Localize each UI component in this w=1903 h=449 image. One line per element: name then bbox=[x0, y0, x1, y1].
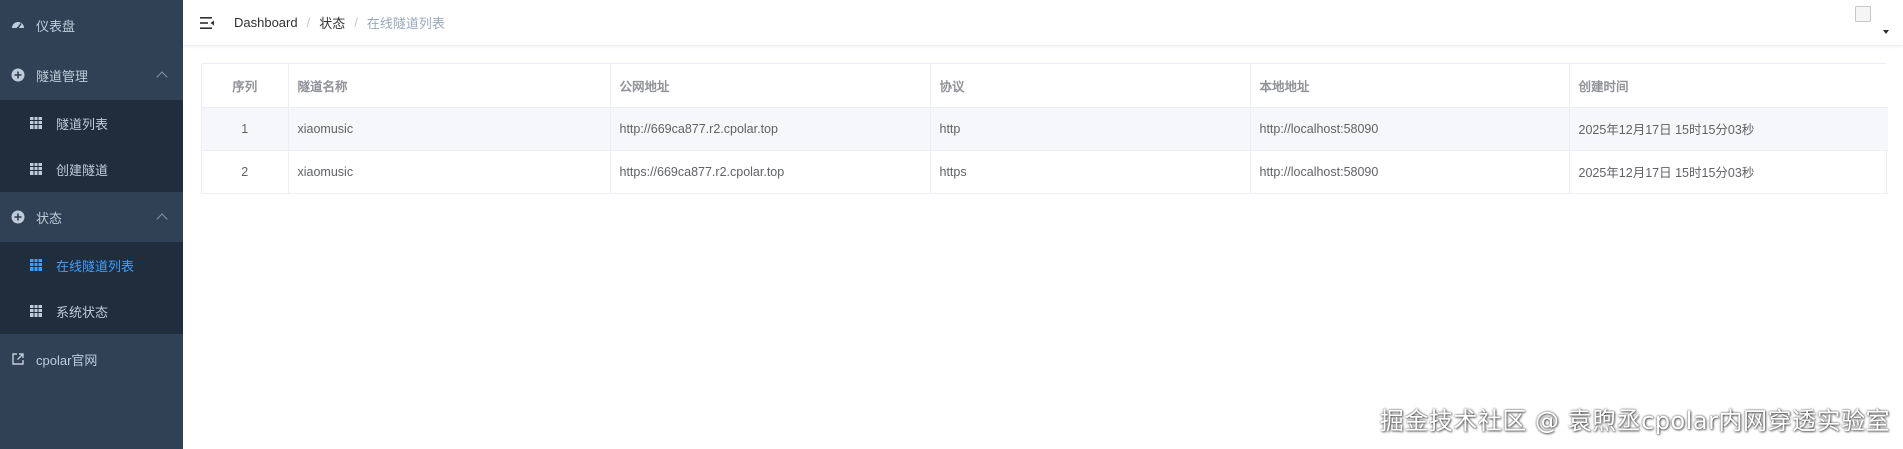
table-icon bbox=[30, 117, 42, 129]
caret-down-icon[interactable] bbox=[1883, 30, 1889, 34]
table-cell: xiaomusic bbox=[288, 150, 611, 194]
table-cell: http://localhost:58090 bbox=[1250, 150, 1570, 194]
sidebar-item-label: 隧道列表 bbox=[56, 116, 109, 132]
submenu-label: 状态 bbox=[36, 210, 63, 226]
main-content: Dashboard / 状态 / 在线隧道列表 序列 隧道名称 公网地址 协议 … bbox=[183, 0, 1903, 449]
breadcrumb-separator: / bbox=[354, 15, 358, 30]
table-cell: http://localhost:58090 bbox=[1250, 107, 1570, 151]
breadcrumb: Dashboard / 状态 / 在线隧道列表 bbox=[234, 13, 445, 32]
table-cell: https bbox=[930, 150, 1251, 194]
column-header: 本地地址 bbox=[1250, 64, 1570, 108]
table-cell: 2 bbox=[202, 150, 289, 194]
table-cell: 1 bbox=[202, 107, 289, 151]
sidebar-item-system-status[interactable]: 系统状态 bbox=[0, 288, 183, 334]
table-cell: 2025年12月17日 15时15分03秒 bbox=[1569, 150, 1888, 194]
submenu-tunnel-management[interactable]: 隧道管理 bbox=[0, 50, 183, 100]
breadcrumb-item-current: 在线隧道列表 bbox=[366, 16, 445, 31]
breadcrumb-separator: / bbox=[306, 15, 311, 30]
table-cell: xiaomusic bbox=[288, 107, 611, 151]
table-row[interactable]: 1 xiaomusic http://669ca877.r2.cpolar.to… bbox=[202, 107, 1888, 151]
menu-item-label: cpolar官网 bbox=[36, 352, 98, 368]
table-row[interactable]: 2 xiaomusic https://669ca877.r2.cpolar.t… bbox=[202, 150, 1888, 194]
table-icon bbox=[30, 163, 42, 175]
dashboard-icon bbox=[11, 18, 25, 32]
table-cell: https://669ca877.r2.cpolar.top bbox=[610, 150, 931, 194]
column-header: 公网地址 bbox=[610, 64, 931, 108]
table-cell: http bbox=[930, 107, 1251, 151]
table-icon bbox=[30, 305, 42, 317]
sidebar: 仪表盘 隧道管理 隧道列表 创建隧道 状态 在线隧道列表 系统状态 cpolar… bbox=[0, 0, 183, 449]
online-tunnels-table: 序列 隧道名称 公网地址 协议 本地地址 创建时间 1 xiaomusic ht… bbox=[201, 63, 1888, 194]
submenu-tunnel-management-list: 隧道列表 创建隧道 bbox=[0, 100, 183, 192]
watermark: 掘金技术社区 @ 袁煦丞cpolar内网穿透实验室 bbox=[1379, 407, 1890, 435]
breadcrumb-item-dashboard[interactable]: Dashboard bbox=[234, 15, 298, 30]
column-header: 隧道名称 bbox=[288, 64, 611, 108]
navbar: Dashboard / 状态 / 在线隧道列表 bbox=[183, 0, 1903, 46]
table-header-row: 序列 隧道名称 公网地址 协议 本地地址 创建时间 bbox=[202, 64, 1888, 108]
avatar[interactable] bbox=[1855, 6, 1871, 22]
sidebar-item-tunnel-list[interactable]: 隧道列表 bbox=[0, 100, 183, 146]
submenu-status-list: 在线隧道列表 系统状态 bbox=[0, 242, 183, 334]
chevron-up-icon bbox=[156, 213, 168, 225]
table-icon bbox=[30, 259, 42, 271]
column-header: 协议 bbox=[930, 64, 1251, 108]
menu-item-cpolar-website[interactable]: cpolar官网 bbox=[0, 334, 183, 384]
hamburger-icon[interactable] bbox=[199, 15, 215, 31]
avatar-dropdown[interactable] bbox=[1853, 6, 1893, 40]
submenu-status[interactable]: 状态 bbox=[0, 192, 183, 242]
plus-circle-icon bbox=[11, 210, 25, 224]
plus-circle-icon bbox=[11, 68, 25, 82]
breadcrumb-item-status[interactable]: 状态 bbox=[319, 13, 345, 32]
menu-item-dashboard[interactable]: 仪表盘 bbox=[0, 0, 183, 50]
sidebar-item-online-tunnels[interactable]: 在线隧道列表 bbox=[0, 242, 183, 288]
sidebar-item-label: 在线隧道列表 bbox=[56, 258, 135, 274]
table-cell: 2025年12月17日 15时15分03秒 bbox=[1569, 107, 1888, 151]
column-header: 序列 bbox=[202, 64, 289, 108]
chevron-up-icon bbox=[156, 71, 168, 83]
column-header: 创建时间 bbox=[1569, 64, 1888, 108]
external-link-icon bbox=[11, 352, 25, 366]
table-cell: http://669ca877.r2.cpolar.top bbox=[610, 107, 931, 151]
sidebar-item-create-tunnel[interactable]: 创建隧道 bbox=[0, 146, 183, 192]
sidebar-item-label: 创建隧道 bbox=[56, 162, 109, 178]
menu-item-label: 仪表盘 bbox=[36, 18, 76, 34]
submenu-label: 隧道管理 bbox=[36, 68, 89, 84]
sidebar-item-label: 系统状态 bbox=[56, 304, 109, 320]
